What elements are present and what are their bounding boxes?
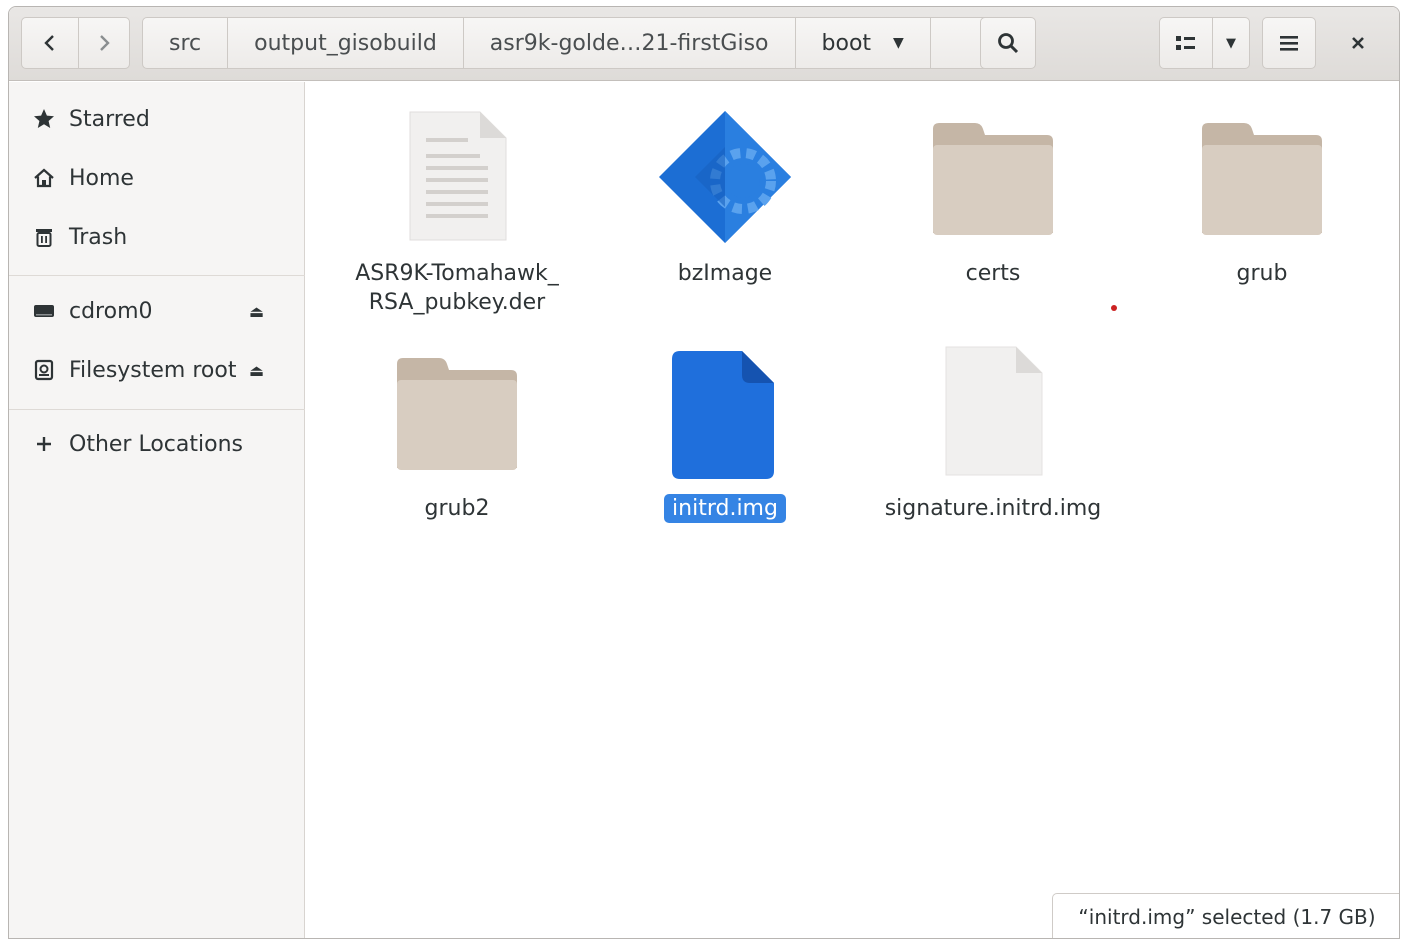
path-bar: src output_gisobuild asr9k-golde…21-firs…	[142, 17, 993, 69]
eject-icon[interactable]: ⏏	[249, 361, 264, 380]
sidebar-item-label: cdrom0	[69, 298, 153, 324]
text-document-icon	[387, 107, 527, 247]
folder-icon	[923, 107, 1063, 247]
main-menu-button[interactable]	[1262, 17, 1316, 69]
file-name: ASR9K-Tomahawk_ RSA_pubkey.der	[355, 261, 559, 315]
executable-icon	[655, 107, 795, 247]
list-view-icon	[1176, 36, 1195, 50]
file-item-asr9k-pubkey[interactable]: ASR9K-Tomahawk_ RSA_pubkey.der	[327, 107, 587, 317]
sidebar-item-cdrom0[interactable]: cdrom0 ⏏	[9, 284, 305, 338]
sidebar-item-label: Filesystem root	[69, 357, 237, 383]
file-name: grub2	[424, 496, 490, 521]
sidebar-item-starred[interactable]: Starred	[9, 92, 305, 146]
crumb-boot-label: boot	[821, 30, 872, 56]
view-options-button[interactable]: ▼	[1212, 17, 1250, 69]
list-view-button[interactable]	[1159, 17, 1213, 69]
home-icon	[31, 166, 57, 190]
folder-icon	[387, 342, 527, 482]
file-item-signature-initrd[interactable]: signature.initrd.img	[863, 342, 1123, 523]
sidebar-separator	[9, 275, 305, 276]
file-item-bzimage[interactable]: bzImage	[595, 107, 855, 288]
drive-icon	[31, 299, 57, 323]
sidebar-item-label: Home	[69, 165, 134, 191]
chevron-right-icon	[100, 35, 110, 51]
chevron-left-icon	[44, 35, 54, 51]
blank-document-icon	[923, 342, 1063, 482]
close-button[interactable]	[1332, 17, 1384, 69]
close-icon	[1352, 37, 1364, 49]
sidebar-item-trash[interactable]: Trash	[9, 210, 305, 264]
search-icon	[998, 33, 1019, 54]
crumb-src[interactable]: src	[142, 17, 229, 69]
file-name: grub	[1236, 261, 1288, 286]
sidebar-separator	[9, 409, 305, 410]
file-name: signature.initrd.img	[884, 496, 1102, 521]
sidebar-item-label: Other Locations	[69, 431, 243, 457]
file-item-grub[interactable]: grub	[1132, 107, 1392, 288]
plus-icon	[31, 434, 57, 454]
file-item-grub2[interactable]: grub2	[327, 342, 587, 523]
file-name: bzImage	[677, 261, 773, 286]
sidebar-item-label: Starred	[69, 106, 150, 132]
file-name: certs	[965, 261, 1021, 286]
crumb-asr9k-golden[interactable]: asr9k-golde…21-firstGiso	[463, 17, 796, 69]
crumb-boot[interactable]: boot ▼	[795, 17, 931, 69]
disk-image-icon	[655, 342, 795, 482]
status-bar: “initrd.img” selected (1.7 GB)	[1052, 893, 1399, 938]
folder-icon	[1192, 107, 1332, 247]
star-icon	[31, 107, 57, 131]
crumb-output-gisobuild[interactable]: output_gisobuild	[228, 17, 464, 69]
sidebar-item-other-locations[interactable]: Other Locations	[9, 417, 305, 471]
file-item-initrd[interactable]: initrd.img	[595, 342, 855, 523]
eject-icon[interactable]: ⏏	[249, 302, 264, 321]
back-button[interactable]	[21, 17, 79, 69]
harddisk-icon	[31, 358, 57, 382]
file-name: initrd.img	[664, 494, 786, 523]
sidebar-item-home[interactable]: Home	[9, 151, 305, 205]
search-button[interactable]	[980, 17, 1036, 69]
file-manager-window: src output_gisobuild asr9k-golde…21-firs…	[8, 6, 1400, 939]
file-grid: ASR9K-Tomahawk_ RSA_pubkey.der bzImage c…	[306, 82, 1399, 938]
header-bar: src output_gisobuild asr9k-golde…21-firs…	[9, 7, 1399, 81]
caret-down-icon: ▼	[893, 35, 904, 51]
caret-down-icon: ▼	[1226, 35, 1236, 51]
sidebar-item-label: Trash	[69, 224, 128, 250]
sidebar: Starred Home Trash cdrom0 ⏏ Filesystem r…	[9, 82, 305, 938]
hamburger-menu-icon	[1280, 36, 1298, 51]
trash-icon	[31, 225, 57, 249]
cursor-dot	[1111, 305, 1117, 311]
sidebar-item-filesystem-root[interactable]: Filesystem root ⏏	[9, 343, 305, 397]
file-item-certs[interactable]: certs	[863, 107, 1123, 288]
forward-button[interactable]	[78, 17, 130, 69]
